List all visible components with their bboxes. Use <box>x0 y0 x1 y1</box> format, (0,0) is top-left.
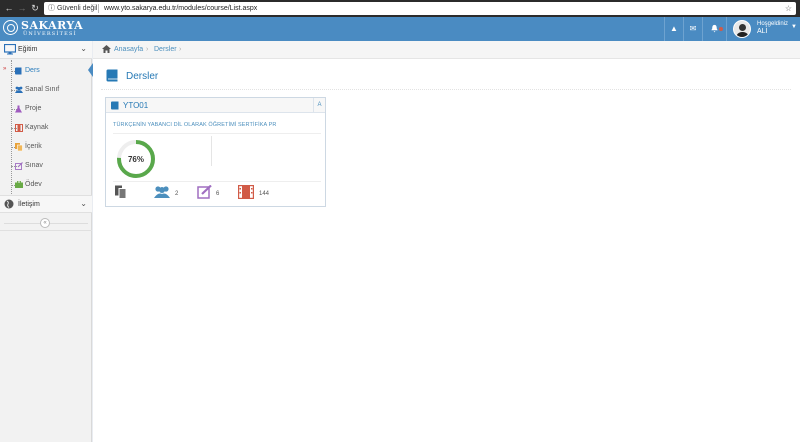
stat-value: 6 <box>216 191 220 197</box>
page-title: Dersler <box>126 71 159 82</box>
bell-icon <box>711 24 718 33</box>
film-icon <box>238 185 254 199</box>
sidebar-group-egitim[interactable]: Eğitim ⌄ <box>0 41 92 59</box>
alert-button[interactable]: ▲ <box>664 17 683 41</box>
chevron-down-icon: ⌄ <box>80 199 87 208</box>
book-icon <box>111 101 119 110</box>
flask-icon <box>15 105 22 113</box>
collapse-sidebar-icon[interactable]: « <box>40 218 50 228</box>
users-icon <box>154 186 170 198</box>
sidebar-item-ders[interactable]: » Ders <box>0 62 92 81</box>
vertical-divider <box>211 136 212 166</box>
divider <box>113 181 321 182</box>
warning-icon: ▲ <box>670 24 678 33</box>
breadcrumb-separator-icon: › <box>179 46 182 53</box>
book-icon <box>106 69 118 82</box>
sidebar-item-icerik[interactable]: İçerik <box>0 138 92 157</box>
stat-value: 2 <box>175 191 179 197</box>
copy-icon <box>115 185 127 199</box>
browser-toolbar: ← → ↻ ⓘ Güvenli değil www.yto.sakarya.ed… <box>0 0 800 17</box>
home-icon[interactable] <box>102 45 111 53</box>
security-label: Güvenli değil <box>56 5 98 12</box>
logo-subtitle: ÜNİVERSİTESİ <box>23 31 77 37</box>
course-card[interactable]: YTO01 A TÜRKÇENİN YABANCI DİL OLARAK ÖĞR… <box>105 97 326 207</box>
app-header: SAKARYA ÜNİVERSİTESİ ▲ ✉ Hoşgeldiniz ALİ… <box>0 17 800 41</box>
reload-icon[interactable]: ↻ <box>29 2 41 14</box>
film-icon <box>15 124 23 132</box>
back-icon[interactable]: ← <box>3 2 15 14</box>
globe-icon <box>4 199 14 209</box>
edit-icon <box>197 185 212 199</box>
bookmark-star-icon[interactable]: ☆ <box>785 2 792 15</box>
forward-icon[interactable]: → <box>16 2 28 14</box>
breadcrumb-current-link[interactable]: Dersler <box>154 46 177 53</box>
user-menu[interactable]: Hoşgeldiniz ALİ ▼ <box>726 17 800 41</box>
breadcrumb-home-link[interactable]: Anasayfa <box>114 46 143 53</box>
progress-ring: 76% <box>115 138 157 180</box>
sidebar-item-label: Ödev <box>25 181 42 188</box>
stat-value: 144 <box>259 191 270 197</box>
avatar <box>733 20 751 38</box>
address-bar[interactable]: ⓘ Güvenli değil www.yto.sakarya.edu.tr/m… <box>44 2 796 15</box>
sidebar-item-label: Proje <box>25 105 42 112</box>
book-icon <box>15 67 22 75</box>
progress-ring-graphic: 76% <box>117 140 155 178</box>
university-logo[interactable]: SAKARYA ÜNİVERSİTESİ <box>2 18 90 40</box>
greeting-text: Hoşgeldiniz <box>757 21 789 27</box>
sidebar-item-proje[interactable]: Proje <box>0 100 92 119</box>
course-card-header: YTO01 A <box>106 98 325 113</box>
breadcrumb-separator-icon: › <box>146 46 149 53</box>
url-text[interactable]: www.yto.sakarya.edu.tr/modules/course/Li… <box>104 2 257 15</box>
messages-button[interactable]: ✉ <box>683 17 702 41</box>
sidebar-item-sinav[interactable]: Sınav <box>0 157 92 176</box>
monitor-icon <box>4 44 16 55</box>
briefcase-icon <box>15 181 23 188</box>
envelope-icon: ✉ <box>689 24 697 33</box>
divider <box>113 133 321 134</box>
course-badge[interactable]: A <box>313 98 325 112</box>
users-icon <box>15 86 23 93</box>
page-header: Dersler <box>101 64 791 90</box>
sidebar-collapse-bar: « <box>0 215 92 231</box>
sidebar-item-label: Ders <box>25 67 40 74</box>
address-separator <box>98 4 99 13</box>
course-code[interactable]: YTO01 <box>123 101 148 110</box>
seal-icon <box>3 20 18 35</box>
notification-dot-icon <box>719 27 723 31</box>
course-title[interactable]: TÜRKÇENİN YABANCI DİL OLARAK ÖĞRETİMİ SE… <box>113 122 276 128</box>
sidebar-item-kaynak[interactable]: Kaynak <box>0 119 92 138</box>
sidebar-item-odev[interactable]: Ödev <box>0 176 92 195</box>
edit-icon <box>15 162 23 170</box>
sidebar-item-label: Kaynak <box>25 124 49 131</box>
sidebar: Eğitim ⌄ » Ders Sanal Sınıf Proje Kaynak… <box>0 41 93 442</box>
main-content: Anasayfa › Dersler › Dersler YTO01 A TÜR… <box>93 41 800 442</box>
sidebar-item-label: Sanal Sınıf <box>25 86 60 93</box>
breadcrumb: Anasayfa › Dersler › <box>93 41 800 59</box>
files-icon <box>15 143 23 151</box>
notifications-button[interactable] <box>702 17 726 41</box>
caret-down-icon: ▼ <box>791 24 797 30</box>
sidebar-item-sanal-sinif[interactable]: Sanal Sınıf <box>0 81 92 100</box>
sidebar-group-label: Eğitim <box>18 46 38 53</box>
sidebar-group-iletisim[interactable]: İletişim ⌄ <box>0 195 92 213</box>
user-name: ALİ <box>757 28 768 35</box>
progress-label: 76% <box>128 155 144 164</box>
sidebar-item-label: İçerik <box>25 143 42 150</box>
chevron-down-icon: ⌄ <box>80 44 87 53</box>
sidebar-group-label: İletişim <box>18 201 40 208</box>
sidebar-item-label: Sınav <box>25 162 43 169</box>
active-arrow-icon: » <box>3 66 7 72</box>
security-indicator[interactable]: ⓘ Güvenli değil <box>48 2 97 15</box>
